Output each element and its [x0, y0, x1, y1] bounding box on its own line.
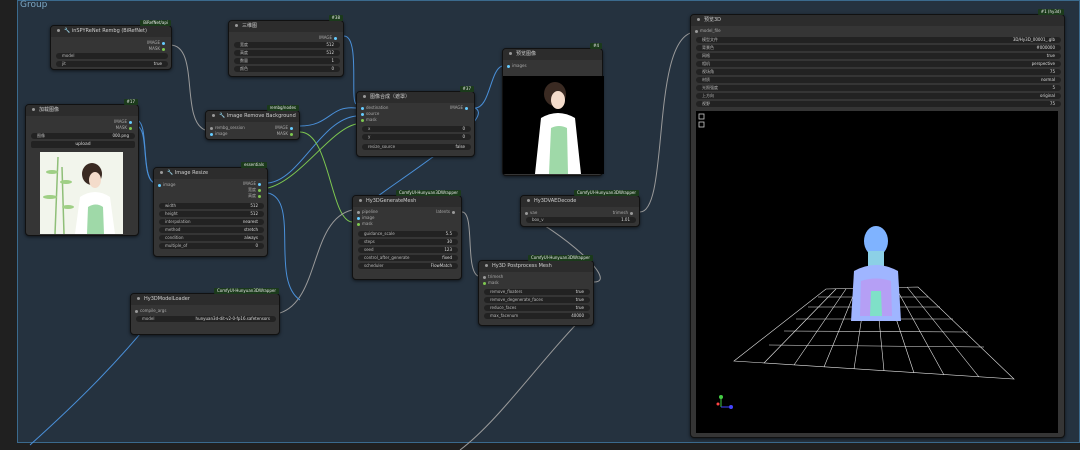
output-height[interactable]: 高度 [248, 193, 263, 199]
node-title[interactable]: 三维图 [229, 21, 343, 32]
input-trimesh[interactable]: trimesh [481, 274, 503, 279]
widget-light-intensity[interactable]: 光照强度 5 [696, 85, 1061, 91]
node-hy3d-model-loader[interactable]: ComfyUI-Hunyuan3DWrapper Hy3DModelLoader… [130, 288, 280, 335]
node-empty-image[interactable]: #38 三维图 IMAGE 宽度 512 高度 512 数量 1 颜色 0 [228, 15, 344, 77]
model-select[interactable]: model hunyuan3d-dit-v2-0-fp16.safetensors [136, 316, 276, 322]
output-latents[interactable]: latents [436, 209, 457, 214]
node-title[interactable]: 🔧 Image Resize [154, 168, 267, 179]
widget-model-file[interactable]: 模型文件 3D/Hy3D_00001_.glb [696, 37, 1061, 43]
node-hy3d-vae-decode[interactable]: ComfyUI-Hunyuan3DWrapper Hy3DVAEDecode v… [520, 190, 640, 227]
widget-view-fov[interactable]: 视野 75 [696, 101, 1061, 107]
widget-max-facenum[interactable]: max_facenum 40000 [484, 313, 590, 319]
output-trimesh[interactable]: trimesh [613, 210, 635, 215]
output-image[interactable]: IMAGE [319, 35, 339, 40]
output-image[interactable]: IMAGE [114, 119, 134, 124]
output-image[interactable]: IMAGE [275, 125, 295, 130]
widget-interpolation[interactable]: interpolation nearest [159, 219, 264, 225]
widget-condition[interactable]: condition always [159, 235, 264, 241]
widget-grid[interactable]: 网格 true [696, 53, 1061, 59]
widget-remove-degenerate-faces[interactable]: remove_degenerate_faces true [484, 297, 590, 303]
output-mask[interactable]: MASK [277, 131, 295, 136]
widget-steps[interactable]: steps 30 [358, 239, 458, 245]
node-title[interactable]: 🔧 inSPYReNet Rembg (BiRefNet) [51, 26, 171, 37]
preview-output-image [503, 76, 604, 174]
widget-control-after-generate[interactable]: control_after_generate fixed [358, 255, 458, 261]
node-title[interactable]: 预览图像 [503, 49, 602, 60]
input-image[interactable]: image [355, 215, 374, 220]
model-widget[interactable]: model [56, 53, 168, 59]
widget-method[interactable]: method stretch [159, 227, 264, 233]
widget-batch[interactable]: 数量 1 [234, 58, 340, 64]
node-title[interactable]: 图像合成（遮罩） [357, 92, 474, 103]
widget-material[interactable]: 材质 normal [696, 77, 1061, 83]
node-canvas[interactable]: Group BiRefNet/api 🔧 inSPYReNet Rembg (B… [0, 0, 1080, 450]
output-image[interactable]: IMAGE [147, 40, 167, 45]
widget-scheduler[interactable]: scheduler FlowMatch [358, 263, 458, 269]
widget-bg-color[interactable]: 背景色 #000000 [696, 45, 1061, 51]
input-vae[interactable]: vae [523, 210, 537, 215]
input-mask[interactable]: mask [359, 117, 377, 122]
node-title[interactable]: Hy3DVAEDecode [521, 196, 639, 207]
widget-reduce-faces[interactable]: reduce_faces true [484, 305, 590, 311]
input-compile-args[interactable]: compile_args [133, 308, 166, 313]
input-pipeline[interactable]: pipeline [355, 209, 378, 214]
woman-no-background [503, 76, 604, 174]
node-preview-3d[interactable]: #1 (hy3d) 预览3D model_file 模型文件 3D/Hy3D_00… [690, 9, 1065, 438]
node-image-resize[interactable]: essentials 🔧 Image Resize image IMAGE 宽度… [153, 162, 268, 257]
widget-width[interactable]: width 512 [159, 203, 264, 209]
node-preview-image[interactable]: #4 预览图像 images [502, 43, 604, 176]
3d-scene [696, 111, 1058, 433]
widget-guidance-scale[interactable]: guidance_scale 5.5 [358, 231, 458, 237]
input-source[interactable]: source [359, 111, 379, 116]
node-hy3d-generate-mesh[interactable]: ComfyUI-Hunyuan3DWrapper Hy3DGenerateMes… [352, 190, 462, 280]
input-mask[interactable]: mask [481, 280, 499, 285]
node-title[interactable]: Hy3DModelLoader [131, 294, 279, 305]
input-image[interactable]: image [156, 182, 175, 187]
output-image[interactable]: IMAGE [243, 181, 263, 186]
widget-up-direction[interactable]: 上方向 original [696, 93, 1061, 99]
node-hy3d-postprocess-mesh[interactable]: ComfyUI-Hunyuan3DWrapper Hy3D Postproces… [478, 255, 594, 326]
node-title[interactable]: Hy3D Postprocess Mesh [479, 261, 593, 272]
widget-camera[interactable]: 相机 perspective [696, 61, 1061, 67]
3d-viewport[interactable] [696, 111, 1058, 433]
node-title[interactable]: 预览3D [691, 15, 1064, 26]
input-image[interactable]: image [208, 131, 227, 136]
upload-button[interactable]: upload [31, 141, 135, 148]
widget-remove-floaters[interactable]: remove_floaters true [484, 289, 590, 295]
toggle-resize-source[interactable]: resize_source false [362, 144, 471, 150]
node-title[interactable]: Hy3DGenerateMesh [353, 196, 461, 207]
node-title[interactable]: 🔧 Image Remove Background [206, 111, 299, 122]
widget-multiple-of[interactable]: multiple_of 0 [159, 243, 264, 249]
node-image-composite-masked[interactable]: #37 图像合成（遮罩） destination source mask IMA… [356, 86, 475, 157]
node-load-image[interactable]: #17 加载图像 IMAGE MASK 图像 000.png upload [25, 99, 139, 236]
jit-widget[interactable]: jit true [56, 61, 168, 67]
widget-box-v[interactable]: box_v 1.01 [526, 217, 636, 223]
widget-height[interactable]: height 512 [159, 211, 264, 217]
input-destination[interactable]: destination [359, 105, 388, 110]
widget-fov[interactable]: 视场角 75 [696, 69, 1061, 75]
node-title[interactable]: 加载图像 [26, 105, 138, 116]
woman-bamboo-illustration [40, 152, 123, 235]
output-mask[interactable]: MASK [116, 125, 134, 130]
output-image[interactable]: IMAGE [450, 105, 470, 110]
widget-x[interactable]: x0 [362, 126, 471, 132]
widget-color[interactable]: 颜色 0 [234, 66, 340, 72]
input-model-file[interactable]: model_file [693, 28, 721, 33]
input-mask[interactable]: mask [355, 221, 373, 226]
widget-width[interactable]: 宽度 512 [234, 42, 340, 48]
image-select[interactable]: 图像 000.png [31, 133, 135, 139]
node-image-remove-background[interactable]: rembg/nodes 🔧 Image Remove Background re… [205, 105, 300, 140]
loaded-image-preview [40, 152, 123, 235]
input-images[interactable]: images [505, 63, 527, 68]
widget-y[interactable]: y0 [362, 134, 471, 140]
widget-seed[interactable]: seed 123 [358, 247, 458, 253]
widget-height[interactable]: 高度 512 [234, 50, 340, 56]
node-bg-remove-birefnet[interactable]: BiRefNet/api 🔧 inSPYReNet Rembg (BiRefNe… [50, 20, 172, 70]
input-rembg-session[interactable]: rembg_session [208, 125, 245, 130]
output-mask[interactable]: MASK [149, 46, 167, 51]
